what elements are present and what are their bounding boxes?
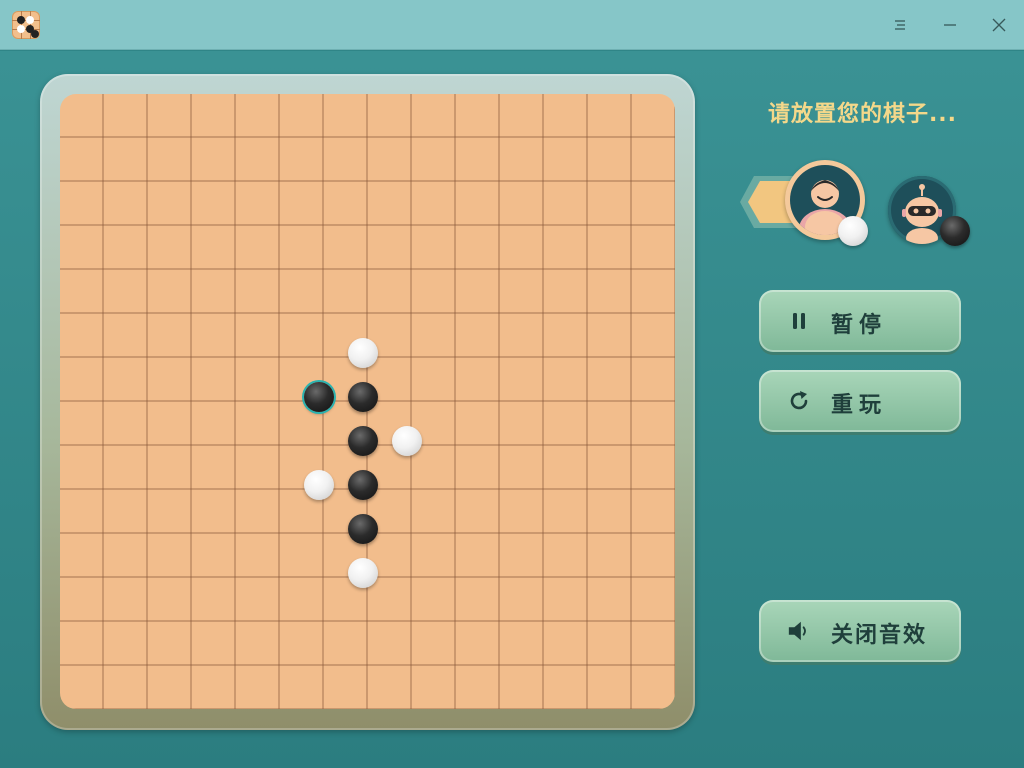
replay-button-label: 重玩 <box>831 393 888 418</box>
status-text: 请放置您的棋子... <box>767 102 958 127</box>
white-stone <box>392 426 422 456</box>
sound-button-label: 关闭音效 <box>831 623 928 648</box>
title-bar <box>0 0 1024 50</box>
speaker-icon <box>787 619 811 643</box>
white-stone <box>348 558 378 588</box>
game-board[interactable] <box>60 94 675 709</box>
ai-stone-indicator <box>940 216 970 246</box>
sound-toggle-button[interactable]: 关闭音效 <box>759 600 961 662</box>
pause-button-label: 暂停 <box>831 313 888 338</box>
replay-icon <box>787 389 811 413</box>
gomoku-board-icon <box>12 11 40 39</box>
black-stone <box>348 382 378 412</box>
pause-button[interactable]: 暂停 <box>759 290 961 352</box>
replay-button[interactable]: 重玩 <box>759 370 961 432</box>
minimize-icon[interactable] <box>937 12 963 38</box>
black-stone <box>348 470 378 500</box>
pause-icon <box>787 309 811 333</box>
black-stone <box>348 426 378 456</box>
black-stone <box>348 514 378 544</box>
player-stone-indicator <box>838 216 868 246</box>
white-stone <box>304 470 334 500</box>
black-stone <box>304 382 334 412</box>
close-icon[interactable] <box>986 12 1012 38</box>
white-stone <box>348 338 378 368</box>
menu-icon[interactable] <box>887 12 913 38</box>
